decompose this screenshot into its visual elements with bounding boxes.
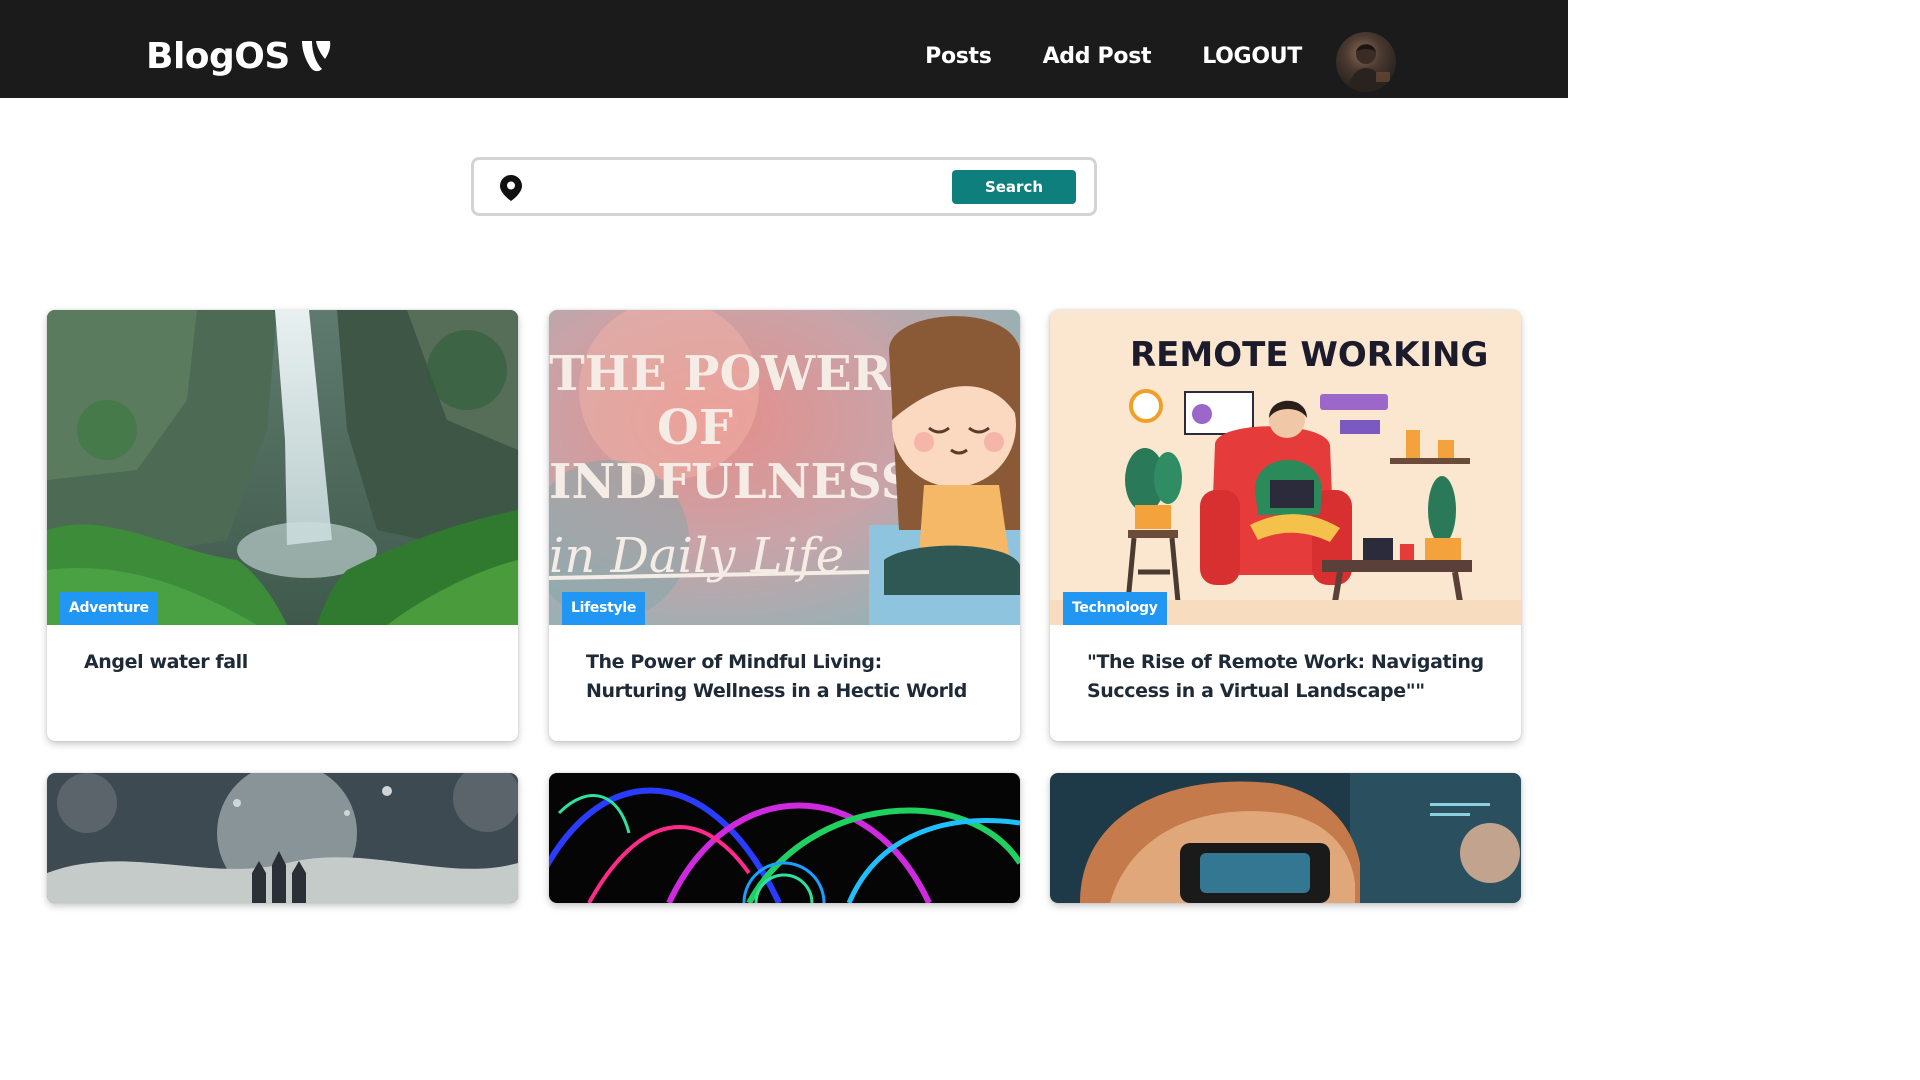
brand-name: BlogOS — [146, 35, 290, 77]
image-text-line3: INDFULNESS — [549, 454, 915, 510]
post-card[interactable] — [1050, 773, 1521, 903]
post-card[interactable]: Adventure Angel water fall — [47, 310, 518, 741]
post-title[interactable]: Angel water fall — [84, 648, 484, 677]
post-card[interactable]: THE POWER OF INDFULNESS in Daily Life Li… — [549, 310, 1020, 741]
post-card[interactable]: REMOTE WORKING Technology "The Rise of R… — [1050, 310, 1521, 741]
image-text-line1: THE POWER — [549, 346, 893, 402]
search-input[interactable] — [544, 170, 944, 204]
user-avatar[interactable] — [1336, 32, 1396, 92]
post-card[interactable] — [549, 773, 1020, 903]
top-navbar: BlogOS Posts Add Post LOGOUT — [0, 0, 1568, 98]
location-pin-icon — [500, 175, 522, 201]
nav-logout-link[interactable]: LOGOUT — [1202, 44, 1302, 69]
post-title[interactable]: "The Rise of Remote Work: Navigating Suc… — [1087, 648, 1487, 706]
image-heading: REMOTE WORKING — [1130, 335, 1488, 375]
category-badge[interactable]: Lifestyle — [562, 592, 646, 625]
mindfulness-image[interactable]: THE POWER OF INDFULNESS in Daily Life — [549, 310, 1020, 625]
typo3-logo-icon — [301, 41, 331, 72]
brand-logo-link[interactable]: BlogOS — [146, 34, 332, 78]
search-button[interactable]: Search — [952, 170, 1076, 204]
neon-lines-image[interactable] — [549, 773, 1020, 903]
avatar-photo-icon — [1348, 44, 1390, 92]
vr-headset-image[interactable] — [1050, 773, 1521, 903]
category-badge[interactable]: Adventure — [60, 592, 158, 625]
waterfall-image[interactable] — [47, 310, 518, 625]
nav-links: Posts Add Post LOGOUT — [925, 44, 1302, 69]
post-title[interactable]: The Power of Mindful Living: Nurturing W… — [586, 648, 986, 706]
nav-posts-link[interactable]: Posts — [925, 44, 992, 69]
search-bar: Search — [471, 157, 1097, 216]
category-badge[interactable]: Technology — [1063, 592, 1167, 625]
image-text-line2: OF — [657, 400, 733, 456]
post-card[interactable] — [47, 773, 518, 903]
fantasy-castle-image[interactable] — [47, 773, 518, 903]
remote-working-image[interactable]: REMOTE WORKING — [1050, 310, 1521, 625]
nav-add-post-link[interactable]: Add Post — [1043, 44, 1152, 69]
